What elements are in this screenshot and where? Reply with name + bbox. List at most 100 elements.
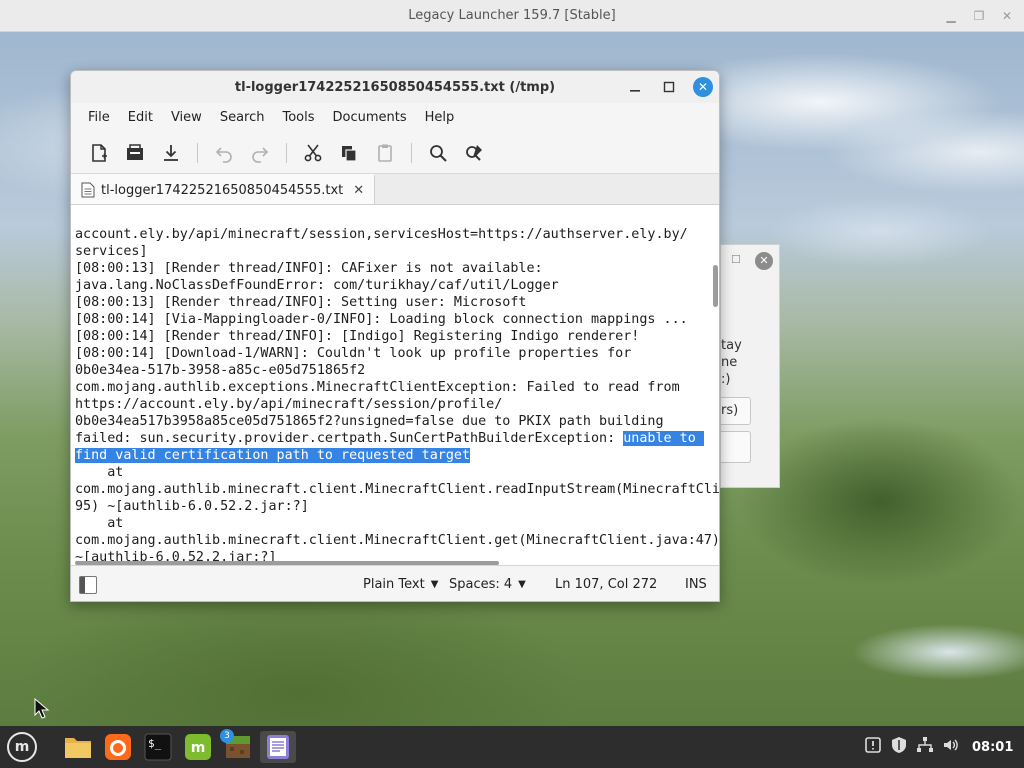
terminal-launcher[interactable]: $_ [142, 731, 174, 763]
text-line: at [75, 465, 124, 480]
restore-icon[interactable]: ❐ [972, 9, 986, 23]
text-line: [08:00:13] [Render thread/INFO]: CAFixer… [75, 261, 543, 276]
menu-file[interactable]: File [79, 103, 119, 133]
text-editor-window: tl-logger17422521650850454555.txt (/tmp)… [70, 70, 720, 602]
window-title: tl-logger17422521650850454555.txt (/tmp) [234, 79, 556, 95]
notification-badge: 3 [220, 729, 234, 743]
menu-search[interactable]: Search [211, 103, 274, 133]
dialog-text-line: ne [721, 355, 738, 370]
text-editor-icon [267, 735, 289, 759]
mint-logo-icon: m [7, 732, 37, 762]
text-line: services] [75, 244, 148, 259]
open-icon[interactable] [117, 137, 153, 169]
text-line: failed: sun.security.provider.certpath.S… [75, 430, 709, 447]
text-line: [08:00:13] [Render thread/INFO]: Setting… [75, 295, 527, 310]
start-menu-button[interactable]: m [6, 731, 38, 763]
software-manager-launcher[interactable]: m [182, 731, 214, 763]
save-icon[interactable] [153, 137, 189, 169]
chevron-down-icon: ▼ [518, 579, 526, 590]
firefox-icon [105, 734, 131, 760]
toolbar [71, 133, 719, 173]
launcher-titlebar[interactable]: Legacy Launcher 159.7 [Stable] ▁ ❐ ✕ [0, 0, 1024, 32]
minimize-icon[interactable]: ▁ [944, 9, 958, 23]
dialog-text-line: tay [721, 338, 742, 353]
chevron-down-icon: ▼ [430, 579, 439, 590]
text-editing-area[interactable]: account.ely.by/api/minecraft/session,ser… [71, 205, 719, 565]
maximize-icon[interactable] [659, 77, 679, 97]
text-line: [08:00:14] [Via-Mappingloader-0/INFO]: L… [75, 312, 688, 327]
text-line: com.mojang.authlib.minecraft.client.Mine… [75, 533, 719, 548]
svg-text:m: m [191, 740, 206, 756]
copy-icon[interactable] [331, 137, 367, 169]
clock[interactable]: 08:01 [972, 740, 1013, 755]
close-icon[interactable]: ✕ [1000, 9, 1014, 23]
paste-icon[interactable] [367, 137, 403, 169]
text-line: find valid certification path to request… [75, 447, 709, 464]
text-line: com.mojang.authlib.minecraft.client.Mine… [75, 482, 719, 497]
shield-icon[interactable] [890, 736, 908, 758]
network-icon[interactable] [916, 736, 934, 758]
text-line: [08:00:14] [Render thread/INFO]: [Indigo… [75, 329, 640, 344]
text-line: 0b0e34ea517b3958a85ce05d751865f2?unsigne… [75, 414, 664, 429]
indent-selector[interactable]: Spaces: 4 ▼ [449, 577, 526, 592]
menu-documents[interactable]: Documents [324, 103, 416, 133]
dialog-text: tay ne :) [721, 337, 742, 388]
files-launcher[interactable] [62, 731, 94, 763]
launcher-window-controls: ▁ ❐ ✕ [944, 0, 1014, 32]
menubar: File Edit View Search Tools Documents He… [71, 103, 719, 133]
mint-install-icon: m [185, 734, 211, 760]
redo-icon[interactable] [242, 137, 278, 169]
minimize-icon[interactable] [625, 77, 645, 97]
toolbar-separator [411, 143, 412, 163]
system-tray: 08:01 [864, 726, 1013, 768]
text-line: https://account.ely.by/api/minecraft/ses… [75, 397, 503, 412]
find-icon[interactable] [420, 137, 456, 169]
text-line: java.lang.NoClassDefFoundError: com/turi… [75, 278, 559, 293]
minecraft-launcher[interactable]: 3 [220, 729, 254, 763]
text-file-icon [81, 182, 95, 198]
vertical-scrollbar[interactable] [713, 265, 718, 307]
folder-icon [65, 738, 91, 758]
firefox-launcher[interactable] [102, 731, 134, 763]
document-text: account.ely.by/api/minecraft/session,ser… [75, 205, 719, 565]
dialog-text-line: :) [721, 372, 731, 387]
text-line: 0b0e34ea-517b-3958-a85c-e05d751865f2 [75, 363, 366, 378]
toolbar-separator [197, 143, 198, 163]
dialog-button[interactable]: rs) [721, 397, 751, 425]
tab-close-icon[interactable]: ✕ [353, 183, 364, 198]
tab-label: tl-logger17422521650850454555.txt [101, 182, 344, 198]
text-line: account.ely.by/api/minecraft/session,ser… [75, 227, 688, 242]
cut-icon[interactable] [295, 137, 331, 169]
selected-text: unable to [623, 431, 704, 446]
selected-text: find valid certification path to request… [75, 448, 471, 463]
editor-titlebar[interactable]: tl-logger17422521650850454555.txt (/tmp)… [71, 71, 719, 103]
maximize-icon[interactable]: ☐ [731, 253, 741, 266]
text-line: 95) ~[authlib-6.0.52.2.jar:?] [75, 499, 309, 514]
text-line: [08:00:14] [Download-1/WARN]: Couldn't l… [75, 346, 632, 361]
close-icon[interactable]: ✕ [755, 252, 773, 270]
text-line: at [75, 516, 124, 531]
text-line: com.mojang.authlib.exceptions.MinecraftC… [75, 380, 680, 395]
new-document-icon[interactable] [81, 137, 117, 169]
notifications-icon[interactable] [864, 736, 882, 758]
window-controls: ✕ [625, 77, 713, 97]
close-icon[interactable]: ✕ [693, 77, 713, 97]
toolbar-separator [286, 143, 287, 163]
menu-help[interactable]: Help [416, 103, 464, 133]
text-segment: failed: sun.security.provider.certpath.S… [75, 431, 624, 446]
indent-label: Spaces: 4 [449, 577, 513, 592]
replace-icon[interactable] [456, 137, 492, 169]
statusbar: Plain Text ▼ Spaces: 4 ▼ Ln 107, Col 272… [71, 565, 719, 601]
language-selector[interactable]: Plain Text ▼ [363, 577, 438, 592]
document-tab[interactable]: tl-logger17422521650850454555.txt ✕ [71, 174, 376, 204]
menu-view[interactable]: View [162, 103, 211, 133]
text-editor-launcher[interactable] [260, 731, 296, 763]
menu-tools[interactable]: Tools [273, 103, 323, 133]
side-panel-toggle-icon[interactable] [79, 576, 97, 594]
menu-edit[interactable]: Edit [119, 103, 162, 133]
launcher-title: Legacy Launcher 159.7 [Stable] [408, 8, 616, 23]
dialog-button-secondary[interactable] [721, 431, 751, 463]
insert-mode: INS [685, 577, 707, 592]
volume-icon[interactable] [942, 736, 960, 758]
undo-icon[interactable] [206, 137, 242, 169]
